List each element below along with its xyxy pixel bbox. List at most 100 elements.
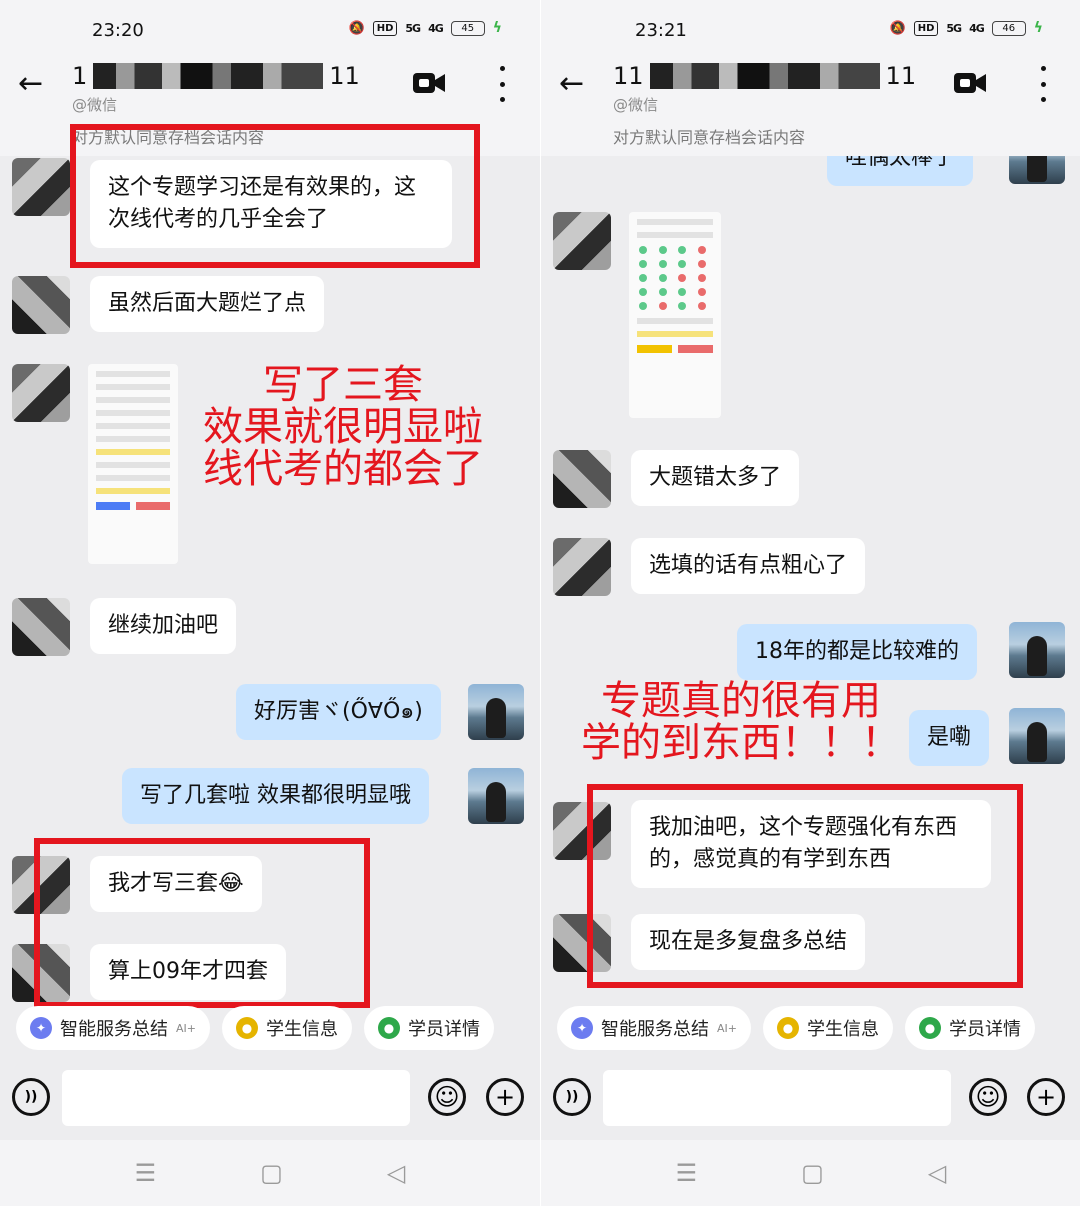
more-vertical-icon[interactable] (1033, 66, 1053, 102)
chip-service-summary[interactable]: ✦ 智能服务总结 AI+ (16, 1006, 210, 1050)
quick-action-bar: ✦ 智能服务总结 AI+ ● 学生信息 ● 学员详情 (541, 1006, 1080, 1052)
contact-avatar[interactable] (12, 276, 70, 334)
chat-title-start: 1 (72, 62, 88, 90)
hd-icon: HD (913, 20, 939, 36)
my-message-bubble: 写了几套啦 效果都很明显哦 (122, 768, 429, 824)
annotation-line: 效果就很明显啦 (203, 404, 483, 450)
message-input[interactable] (603, 1070, 951, 1126)
signal-4g-icon: 4G (428, 21, 444, 35)
header-overlay: 23:21 ← 11 11 @微信 对方默认同意存档会话内容 🔕 HD 5G 4… (541, 0, 1080, 156)
plus-icon[interactable]: + (1027, 1078, 1065, 1116)
my-avatar[interactable] (1009, 622, 1065, 678)
chip-label: 智能服务总结 (601, 1019, 709, 1040)
mute-icon: 🔕 (348, 20, 365, 36)
my-avatar[interactable] (1009, 708, 1065, 764)
chat-subtitle: @微信 (613, 96, 659, 114)
redacted-name (649, 63, 880, 89)
annotation-line: 学的到东西！！！ (581, 720, 901, 766)
image-message[interactable] (88, 364, 178, 564)
signal-4g-icon: 4G (969, 21, 985, 35)
video-call-icon[interactable] (953, 70, 987, 96)
chip-student-detail[interactable]: ● 学员详情 (905, 1006, 1035, 1050)
emoji-icon[interactable]: ☺ (969, 1078, 1007, 1116)
message-bubble: 继续加油吧 (90, 598, 237, 654)
my-message-bubble: 好厉害ヾ(ŐꓯŐ๑) (236, 684, 441, 740)
contact-avatar[interactable] (12, 598, 70, 656)
right-chat-screen: 23:21 🔕 HD 5G 4G 46 ϟ ← 11 11 @微信 对方默认同意… (540, 0, 1080, 1206)
emoji-icon[interactable]: ☺ (428, 1078, 466, 1116)
my-avatar[interactable] (468, 684, 524, 740)
image-message[interactable] (629, 212, 721, 418)
smart-service-icon: ✦ (30, 1017, 52, 1039)
contact-avatar[interactable] (553, 212, 611, 270)
chip-label: 智能服务总结 (60, 1019, 168, 1040)
mute-icon: 🔕 (889, 20, 906, 36)
annotation-text: 专题真的很有用 学的到东西！！！ (571, 680, 911, 764)
nav-menu-icon[interactable]: ☰ (676, 1159, 698, 1187)
chip-student-info[interactable]: ● 学生信息 (222, 1006, 352, 1050)
voice-input-icon[interactable]: )) (553, 1078, 591, 1116)
nav-home-icon[interactable]: ▢ (260, 1159, 283, 1187)
chat-title-end: 11 (885, 62, 917, 90)
input-row: )) ☺ + (0, 1066, 540, 1128)
left-chat-screen: 23:20 🔕 HD 5G 4G 45 ϟ ← 1 11 @微信 对方默认同意存… (0, 0, 540, 1206)
nav-home-icon[interactable]: ▢ (801, 1159, 824, 1187)
contact-avatar[interactable] (553, 450, 611, 508)
smart-service-icon: ✦ (571, 1017, 593, 1039)
message-input[interactable] (62, 1070, 410, 1126)
video-call-icon[interactable] (412, 70, 446, 96)
signal-5g-icon: 5G (405, 21, 421, 35)
annotation-line: 专题真的很有用 (601, 678, 881, 724)
message-bubble: 选填的话有点粗心了 (631, 538, 866, 594)
chat-title-end: 11 (329, 62, 360, 90)
charging-icon: ϟ (1033, 20, 1043, 36)
hd-icon: HD (372, 20, 398, 36)
message-bubble: 虽然后面大题烂了点 (90, 276, 325, 332)
highlight-box (70, 124, 480, 268)
more-vertical-icon[interactable] (492, 66, 512, 102)
status-time: 23:20 (92, 20, 144, 41)
student-info-icon: ● (777, 1017, 799, 1039)
chip-label: 学员详情 (949, 1019, 1021, 1040)
redacted-name (93, 63, 324, 89)
annotation-line: 写了三套 (263, 362, 423, 408)
student-detail-icon: ● (919, 1017, 941, 1039)
chip-label: 学生信息 (266, 1019, 338, 1040)
quick-action-bar: ✦ 智能服务总结 AI+ ● 学生信息 ● 学员详情 (0, 1006, 540, 1052)
chip-student-info[interactable]: ● 学生信息 (763, 1006, 893, 1050)
my-avatar[interactable] (468, 768, 524, 824)
message-bubble: 大题错太多了 (631, 450, 800, 506)
student-detail-icon: ● (378, 1017, 400, 1039)
ai-badge: AI+ (717, 1021, 737, 1035)
chat-title-start: 11 (613, 62, 644, 90)
my-message-bubble: 18年的都是比较难的 (737, 624, 977, 680)
contact-avatar[interactable] (12, 158, 70, 216)
nav-back-icon[interactable]: ◁ (928, 1159, 946, 1187)
voice-input-icon[interactable]: )) (12, 1078, 50, 1116)
input-row: )) ☺ + (541, 1066, 1080, 1128)
charging-icon: ϟ (492, 20, 502, 36)
chat-title: 1 11 (72, 62, 360, 90)
archive-notice: 对方默认同意存档会话内容 (613, 128, 806, 147)
signal-5g-icon: 5G (946, 21, 962, 35)
annotation-text: 写了三套 效果就很明显啦 线代考的都会了 (188, 364, 498, 490)
status-icons: 🔕 HD 5G 4G 46 ϟ (890, 20, 1043, 36)
student-info-icon: ● (236, 1017, 258, 1039)
nav-back-icon[interactable]: ◁ (387, 1159, 405, 1187)
battery-icon: 46 (991, 20, 1026, 36)
contact-avatar[interactable] (553, 538, 611, 596)
highlight-box (34, 838, 370, 1008)
nav-menu-icon[interactable]: ☰ (135, 1159, 157, 1187)
plus-icon[interactable]: + (486, 1078, 524, 1116)
contact-avatar[interactable] (12, 364, 70, 422)
back-arrow-icon[interactable]: ← (559, 64, 589, 104)
chip-service-summary[interactable]: ✦ 智能服务总结 AI+ (557, 1006, 751, 1050)
chat-title: 11 11 (613, 62, 916, 90)
back-arrow-icon[interactable]: ← (18, 64, 48, 104)
annotation-line: 线代考的都会了 (203, 446, 483, 492)
chip-student-detail[interactable]: ● 学员详情 (364, 1006, 494, 1050)
highlight-box (587, 784, 1023, 988)
battery-icon: 45 (450, 20, 485, 36)
my-message-bubble: 是嘞 (909, 710, 990, 766)
system-nav-bar: ☰ ▢ ◁ (0, 1140, 540, 1206)
